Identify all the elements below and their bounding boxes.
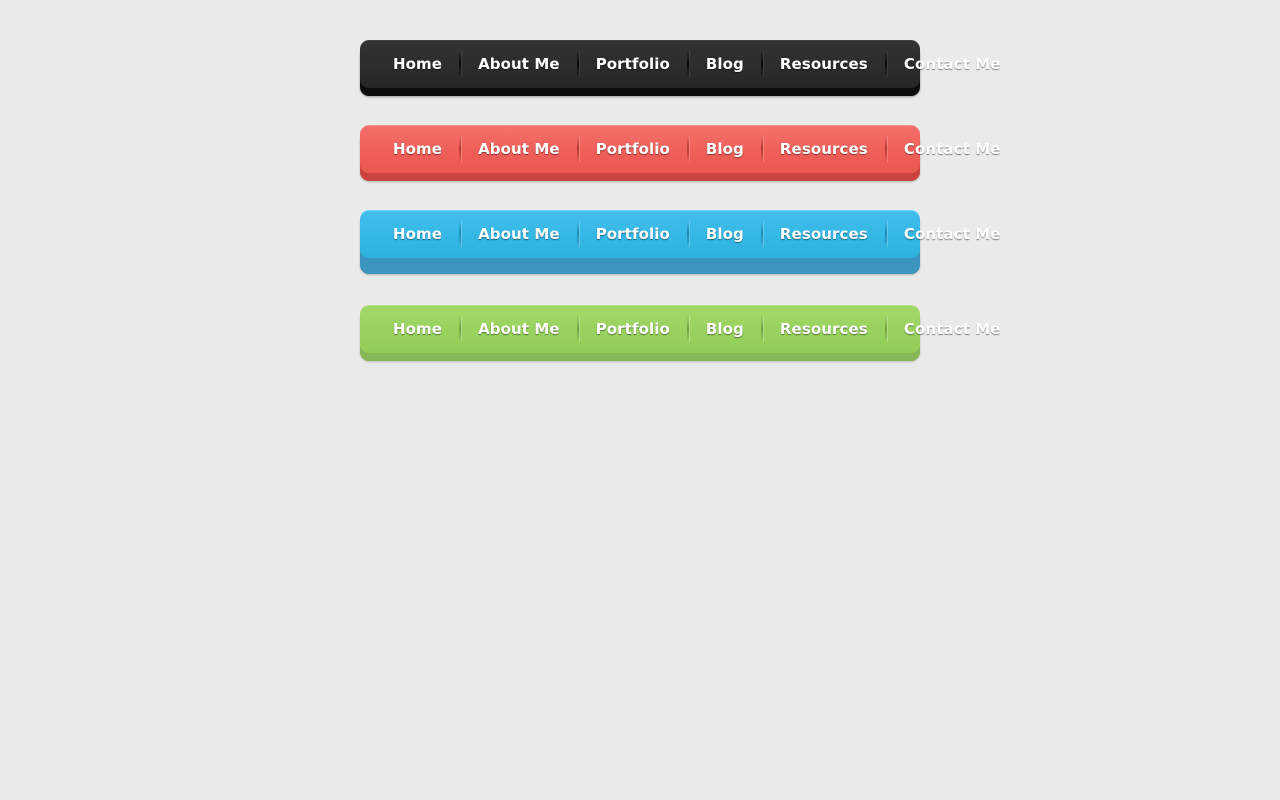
nav-link-about-me[interactable]: About Me	[461, 305, 577, 353]
navbar-red-body: Home About Me Portfolio Blog Resources C…	[360, 125, 1000, 173]
nav-item-resources[interactable]: Resources	[763, 40, 885, 88]
navbar-dark: Home About Me Portfolio Blog Resources C…	[360, 40, 1000, 96]
nav-item-portfolio[interactable]: Portfolio	[579, 125, 687, 173]
nav-link-about-me[interactable]: About Me	[461, 40, 577, 88]
navbar-showcase: Home About Me Portfolio Blog Resources C…	[360, 40, 1000, 390]
nav-item-portfolio[interactable]: Portfolio	[579, 305, 687, 353]
nav-item-about-me[interactable]: About Me	[461, 40, 577, 88]
navbar-dark-body: Home About Me Portfolio Blog Resources C…	[360, 40, 1000, 88]
nav-link-blog[interactable]: Blog	[689, 210, 761, 258]
navbar-green-body: Home About Me Portfolio Blog Resources C…	[360, 305, 1000, 353]
nav-item-about-me[interactable]: About Me	[461, 125, 577, 173]
nav-link-home[interactable]: Home	[376, 125, 459, 173]
nav-item-contact-me[interactable]: Contact Me	[887, 305, 1018, 353]
nav-link-portfolio[interactable]: Portfolio	[579, 125, 687, 173]
navbar-blue-menu: Home About Me Portfolio Blog Resources C…	[376, 210, 1018, 258]
nav-link-blog[interactable]: Blog	[689, 40, 761, 88]
navbar-green-menu: Home About Me Portfolio Blog Resources C…	[376, 305, 1018, 353]
nav-link-portfolio[interactable]: Portfolio	[579, 305, 687, 353]
nav-link-contact-me[interactable]: Contact Me	[887, 40, 1018, 88]
nav-item-home[interactable]: Home	[376, 125, 459, 173]
nav-link-portfolio[interactable]: Portfolio	[579, 40, 687, 88]
nav-item-about-me[interactable]: About Me	[461, 305, 577, 353]
nav-link-blog[interactable]: Blog	[689, 305, 761, 353]
nav-link-home[interactable]: Home	[376, 210, 459, 258]
navbar-blue: Home About Me Portfolio Blog Resources C…	[360, 210, 1000, 274]
nav-link-resources[interactable]: Resources	[763, 40, 885, 88]
nav-link-resources[interactable]: Resources	[763, 305, 885, 353]
nav-item-home[interactable]: Home	[376, 210, 459, 258]
nav-link-resources[interactable]: Resources	[763, 125, 885, 173]
nav-link-resources[interactable]: Resources	[763, 210, 885, 258]
navbar-red: Home About Me Portfolio Blog Resources C…	[360, 125, 1000, 181]
nav-item-resources[interactable]: Resources	[763, 210, 885, 258]
nav-link-contact-me[interactable]: Contact Me	[887, 125, 1018, 173]
nav-item-about-me[interactable]: About Me	[461, 210, 577, 258]
nav-item-blog[interactable]: Blog	[689, 125, 761, 173]
nav-item-home[interactable]: Home	[376, 305, 459, 353]
nav-item-contact-me[interactable]: Contact Me	[887, 125, 1018, 173]
nav-item-blog[interactable]: Blog	[689, 210, 761, 258]
nav-item-contact-me[interactable]: Contact Me	[887, 40, 1018, 88]
nav-link-home[interactable]: Home	[376, 305, 459, 353]
nav-item-resources[interactable]: Resources	[763, 125, 885, 173]
nav-link-about-me[interactable]: About Me	[461, 125, 577, 173]
nav-link-portfolio[interactable]: Portfolio	[579, 210, 687, 258]
nav-link-about-me[interactable]: About Me	[461, 210, 577, 258]
nav-link-home[interactable]: Home	[376, 40, 459, 88]
navbar-green: Home About Me Portfolio Blog Resources C…	[360, 305, 1000, 361]
nav-item-portfolio[interactable]: Portfolio	[579, 40, 687, 88]
navbar-blue-body: Home About Me Portfolio Blog Resources C…	[360, 210, 1000, 258]
navbar-dark-menu: Home About Me Portfolio Blog Resources C…	[376, 40, 1018, 88]
nav-link-blog[interactable]: Blog	[689, 125, 761, 173]
nav-link-contact-me[interactable]: Contact Me	[887, 305, 1018, 353]
nav-item-resources[interactable]: Resources	[763, 305, 885, 353]
nav-link-contact-me[interactable]: Contact Me	[887, 210, 1018, 258]
navbar-red-menu: Home About Me Portfolio Blog Resources C…	[376, 125, 1018, 173]
nav-item-blog[interactable]: Blog	[689, 305, 761, 353]
nav-item-portfolio[interactable]: Portfolio	[579, 210, 687, 258]
nav-item-home[interactable]: Home	[376, 40, 459, 88]
nav-item-blog[interactable]: Blog	[689, 40, 761, 88]
nav-item-contact-me[interactable]: Contact Me	[887, 210, 1018, 258]
